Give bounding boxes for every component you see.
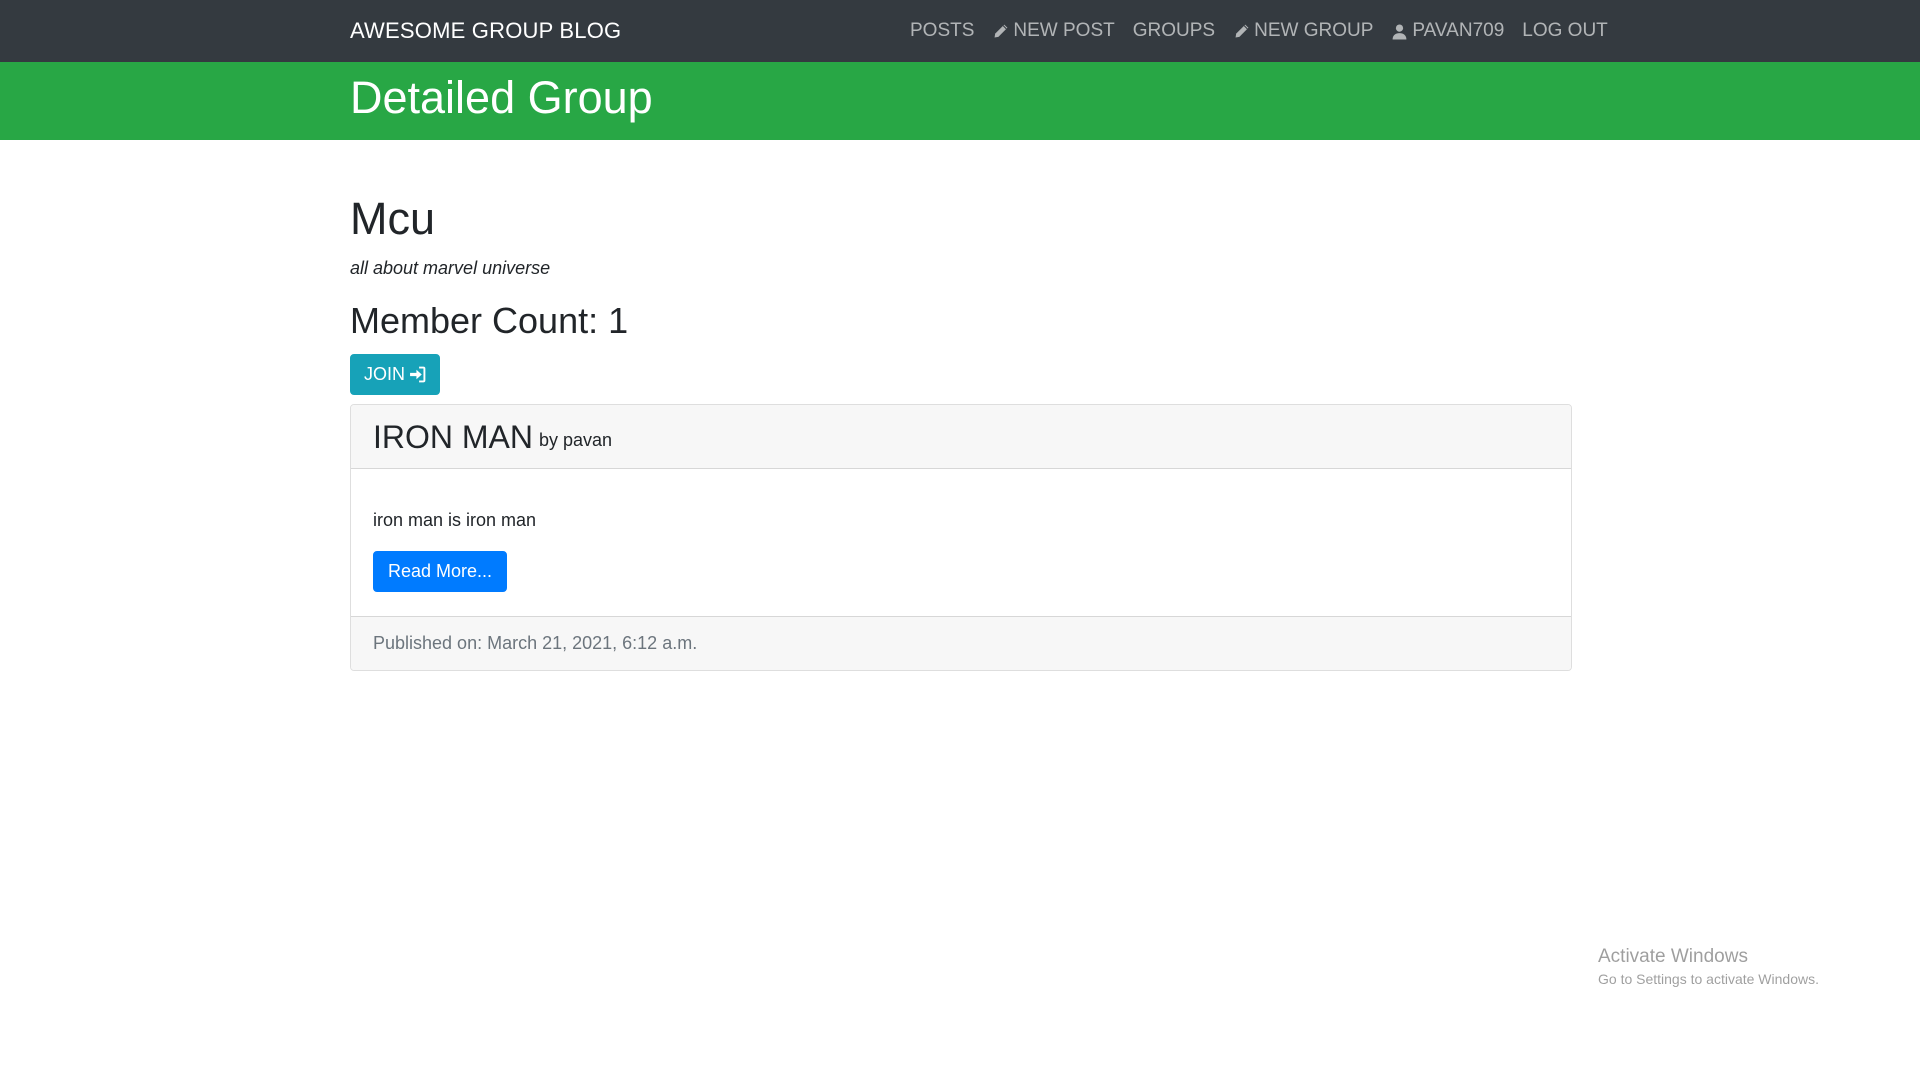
pencil-icon [1233, 23, 1250, 40]
group-name: Mcu [350, 193, 436, 244]
post-card-footer: Published on: March 21, 2021, 6:12 a.m. [351, 616, 1571, 670]
activate-windows-watermark: Activate Windows Go to Settings to activ… [1598, 945, 1819, 989]
main-content: Mcu all about marvel universe Member Cou… [350, 185, 1572, 671]
watermark-title: Activate Windows [1598, 946, 1748, 967]
sign-in-icon [409, 366, 426, 383]
nav-logout-link[interactable]: LOG OUT [1522, 17, 1608, 45]
nav-posts-link[interactable]: POSTS [910, 17, 974, 45]
post-card: IRON MAN by pavan iron man is iron man R… [350, 404, 1572, 671]
read-more-button[interactable]: Read More... [373, 551, 508, 592]
nav-groups-link[interactable]: GROUPS [1133, 17, 1215, 45]
join-button-label: JOIN [364, 364, 406, 384]
nav-user-label: PAVAN709 [1412, 20, 1505, 41]
post-card-body: iron man is iron man Read More... [351, 469, 1571, 616]
nav-user-link[interactable]: PAVAN709 [1391, 17, 1504, 45]
nav-groups-label: GROUPS [1132, 20, 1216, 41]
top-navbar: AWESOME GROUP BLOG POSTS NEW POST GROUPS… [0, 0, 1920, 62]
post-excerpt: iron man is iron man [373, 510, 537, 530]
post-published-date: Published on: March 21, 2021, 6:12 a.m. [373, 633, 698, 653]
watermark-subtitle: Go to Settings to activate Windows. [1598, 971, 1819, 987]
page-header-banner: Detailed Group [0, 62, 1920, 140]
nav-logout-label: LOG OUT [1522, 20, 1608, 41]
nav-new-post-link[interactable]: NEW POST [992, 17, 1115, 45]
brand-link[interactable]: AWESOME GROUP BLOG [350, 17, 621, 45]
post-title[interactable]: IRON MAN [373, 417, 533, 457]
join-button[interactable]: JOIN [350, 354, 441, 395]
nav-new-group-link[interactable]: NEW GROUP [1233, 17, 1373, 45]
post-card-header: IRON MAN by pavan [351, 405, 1571, 469]
nav-links: POSTS NEW POST GROUPS NEW GROUP PAVAN709… [910, 17, 1608, 45]
post-author: by pavan [539, 430, 613, 450]
user-icon [1391, 23, 1408, 40]
page-title: Detailed Group [350, 72, 653, 123]
nav-posts-label: POSTS [910, 20, 975, 41]
group-description: all about marvel universe [350, 258, 551, 278]
nav-new-group-label: NEW GROUP [1254, 20, 1374, 41]
member-count: Member Count: 1 [350, 300, 629, 341]
nav-new-post-label: NEW POST [1013, 20, 1115, 41]
pencil-icon [992, 23, 1009, 40]
